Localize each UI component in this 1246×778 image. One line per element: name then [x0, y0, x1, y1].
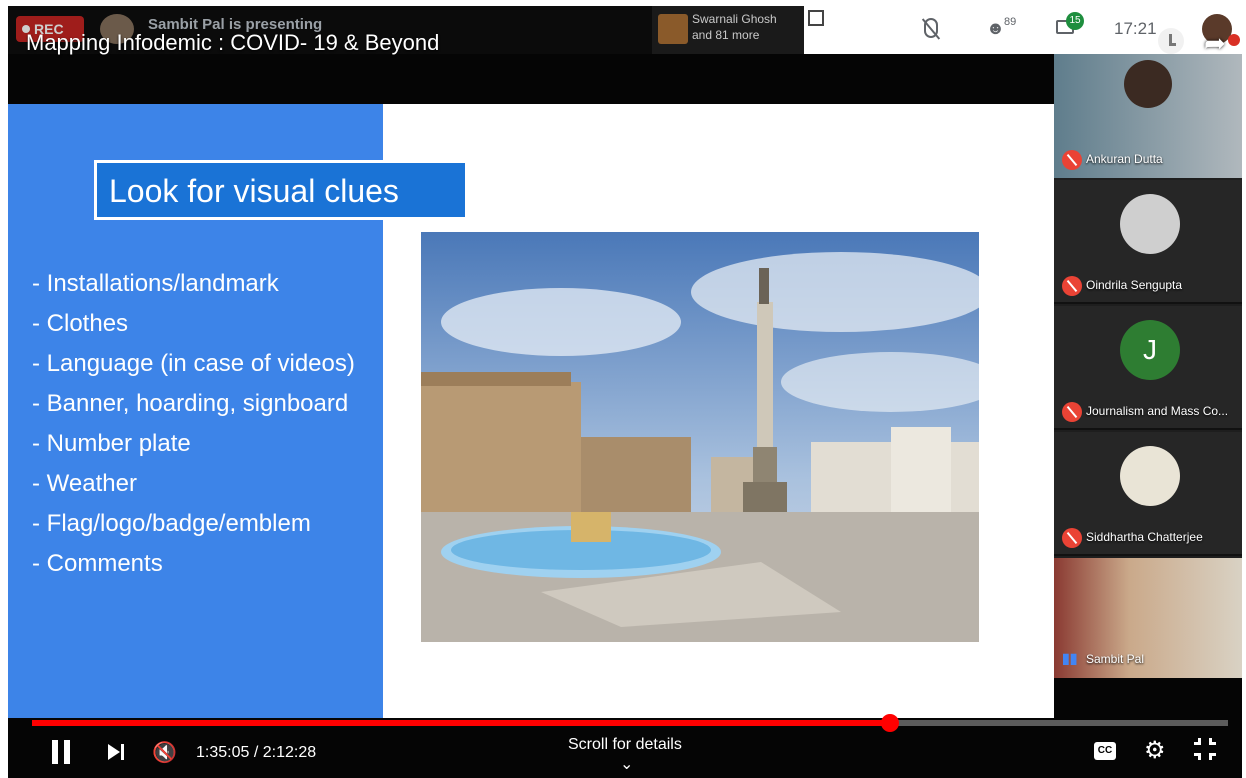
landmark-photo [421, 232, 979, 642]
people-icon: ☻ [986, 18, 1005, 38]
presentation-slide: Look for visual clues - Installations/la… [8, 104, 1054, 718]
volume-muted-icon[interactable]: 🔇 [152, 740, 177, 765]
bullet-item: - Comments [32, 550, 163, 577]
bullet-item: - Installations/landmark [32, 270, 279, 297]
avatar [1124, 60, 1172, 108]
bullet-item: - Weather [32, 470, 137, 497]
trafalgar-square-illustration [421, 232, 979, 642]
time-display: 1:35:05 / 2:12:28 [196, 744, 316, 762]
bullet-item: - Language (in case of videos) [32, 350, 355, 377]
next-icon[interactable] [108, 742, 126, 762]
participant-name: Ankuran Dutta [1086, 152, 1163, 166]
viewer-chip: Swarnali Ghosh and 81 more [652, 6, 804, 54]
slide-bullet-list: - Installations/landmark - Clothes - Lan… [32, 264, 355, 584]
current-time: 1:35:05 [196, 744, 250, 761]
grid-icon [808, 10, 824, 26]
avatar [1120, 446, 1180, 506]
participant-tile[interactable]: J Journalism and Mass Co... [1054, 306, 1242, 430]
meet-toolbar: ☻ 89 15 17:21 ➦ [804, 6, 1242, 58]
video-frame[interactable]: REC Sambit Pal is presenting Mapping Inf… [8, 6, 1242, 778]
video-player[interactable]: REC Sambit Pal is presenting Mapping Inf… [0, 0, 1246, 778]
participant-name: Oindrila Sengupta [1086, 278, 1183, 292]
participant-tile[interactable]: Oindrila Sengupta [1054, 180, 1242, 304]
participant-tile[interactable]: ▮▮ Sambit Pal [1054, 558, 1242, 678]
mic-off-icon [924, 18, 938, 38]
scroll-for-details[interactable]: Scroll for details [568, 736, 682, 754]
participant-name: Journalism and Mass Co... [1086, 404, 1229, 418]
participant-name: Siddhartha Chatterjee [1086, 530, 1203, 544]
avatar: J [1120, 320, 1180, 380]
participant-count: 89 [1004, 16, 1017, 28]
bullet-item: - Banner, hoarding, signboard [32, 390, 349, 417]
pause-icon[interactable] [52, 740, 72, 764]
video-title[interactable]: Mapping Infodemic : COVID- 19 & Beyond [26, 30, 439, 56]
slide-heading-box: Look for visual clues [94, 160, 468, 220]
meeting-clock: 17:21 [1114, 19, 1157, 38]
mic-muted-icon [1062, 402, 1082, 422]
slide-heading: Look for visual clues [109, 173, 399, 209]
bullet-item: - Number plate [32, 430, 191, 457]
chat-count-badge: 15 [1066, 12, 1084, 30]
participants-panel: Ankuran Dutta Oindrila Sengupta J Journa… [1054, 54, 1242, 678]
participant-tile[interactable]: Siddhartha Chatterjee [1054, 432, 1242, 556]
viewer-more: and 81 more [692, 28, 760, 42]
mic-muted-icon [1062, 528, 1082, 548]
time-separator: / [249, 744, 263, 761]
participant-video [1054, 558, 1242, 678]
bullet-item: - Flag/logo/badge/emblem [32, 510, 311, 537]
chevron-down-icon[interactable]: ⌄ [620, 754, 633, 774]
participant-tile[interactable]: Ankuran Dutta [1054, 54, 1242, 178]
speaking-icon: ▮▮ [1062, 650, 1078, 666]
viewer-name: Swarnali Ghosh [692, 12, 777, 26]
meet-top-bar: REC Sambit Pal is presenting Mapping Inf… [8, 6, 1242, 58]
progress-fill [32, 720, 891, 726]
alert-dot-icon [1228, 34, 1240, 46]
avatar [1120, 194, 1180, 254]
mic-muted-icon [1062, 276, 1082, 296]
viewer-avatar [658, 14, 688, 44]
gear-icon[interactable]: ⚙ [1144, 736, 1166, 765]
bullet-item: - Clothes [32, 310, 129, 337]
participant-name: Sambit Pal [1086, 652, 1145, 666]
mic-muted-icon [1062, 150, 1082, 170]
watch-later-icon[interactable] [1158, 28, 1184, 54]
duration: 2:12:28 [262, 744, 317, 761]
progress-bar[interactable] [32, 714, 1228, 732]
captions-icon[interactable]: CC [1094, 742, 1116, 760]
exit-fullscreen-icon[interactable] [1194, 738, 1216, 760]
player-controls: 🔇 1:35:05 / 2:12:28 Scroll for details ⌄… [8, 728, 1242, 778]
